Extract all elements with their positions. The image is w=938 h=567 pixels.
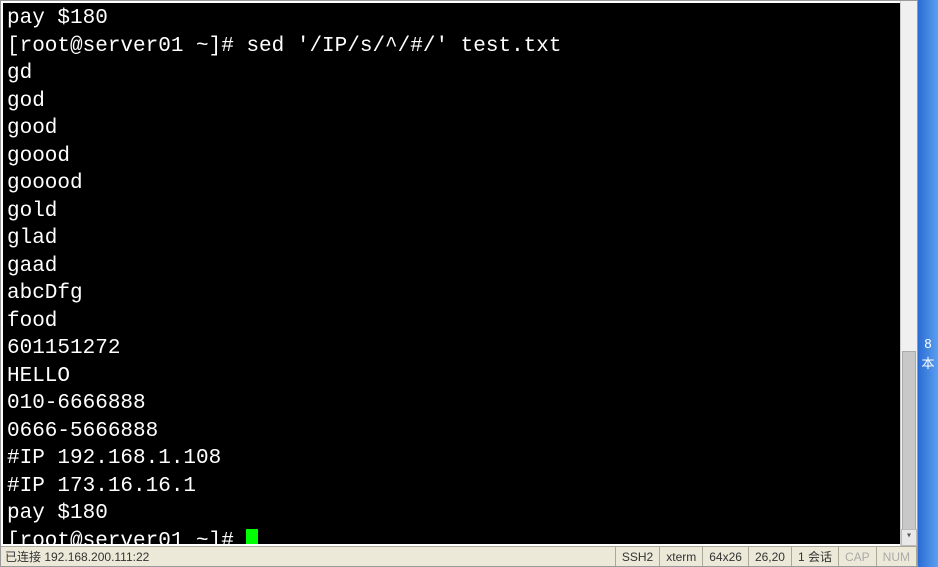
terminal-line: pay $180 — [7, 5, 896, 33]
right-side-panel: 8 本 — [918, 0, 938, 567]
vertical-scrollbar[interactable]: ▾ — [900, 1, 917, 546]
side-char: 本 — [921, 354, 934, 374]
side-char: 8 — [924, 334, 931, 354]
scroll-down-icon[interactable]: ▾ — [901, 529, 917, 546]
terminal-line: #IP 192.168.1.108 — [7, 445, 896, 473]
terminal-line: 0666-5666888 — [7, 418, 896, 446]
status-size: 64x26 — [703, 547, 749, 566]
terminal-line: HELLO — [7, 363, 896, 391]
prompt-text: [root@server01 ~]# — [7, 530, 246, 547]
terminal-line: abcDfg — [7, 280, 896, 308]
terminal-area: pay $180 [root@server01 ~]# sed '/IP/s/^… — [1, 1, 917, 546]
terminal-line: #IP 173.16.16.1 — [7, 473, 896, 501]
scrollbar-thumb[interactable] — [902, 351, 916, 531]
terminal-line: gaad — [7, 253, 896, 281]
terminal-line: gd — [7, 60, 896, 88]
terminal-line: good — [7, 115, 896, 143]
terminal-line: [root@server01 ~]# sed '/IP/s/^/#/' test… — [7, 33, 896, 61]
status-protocol: SSH2 — [616, 547, 660, 566]
status-connection: 已连接 192.168.200.111:22 — [1, 547, 616, 566]
terminal-output[interactable]: pay $180 [root@server01 ~]# sed '/IP/s/^… — [1, 1, 900, 546]
terminal-line: 010-6666888 — [7, 390, 896, 418]
status-sessions: 1 会话 — [792, 547, 839, 566]
cursor-icon — [246, 529, 258, 547]
terminal-line: gold — [7, 198, 896, 226]
status-pos: 26,20 — [749, 547, 792, 566]
status-bar: 已连接 192.168.200.111:22 SSH2 xterm 64x26 … — [1, 546, 917, 566]
terminal-line: 601151272 — [7, 335, 896, 363]
terminal-line: pay $180 — [7, 500, 896, 528]
terminal-line: goood — [7, 143, 896, 171]
terminal-line: food — [7, 308, 896, 336]
terminal-window: pay $180 [root@server01 ~]# sed '/IP/s/^… — [0, 0, 918, 567]
status-term: xterm — [660, 547, 703, 566]
terminal-line: glad — [7, 225, 896, 253]
status-num: NUM — [877, 547, 917, 566]
terminal-line: gooood — [7, 170, 896, 198]
terminal-prompt-line[interactable]: [root@server01 ~]# — [7, 528, 896, 547]
terminal-line: god — [7, 88, 896, 116]
status-cap: CAP — [839, 547, 877, 566]
